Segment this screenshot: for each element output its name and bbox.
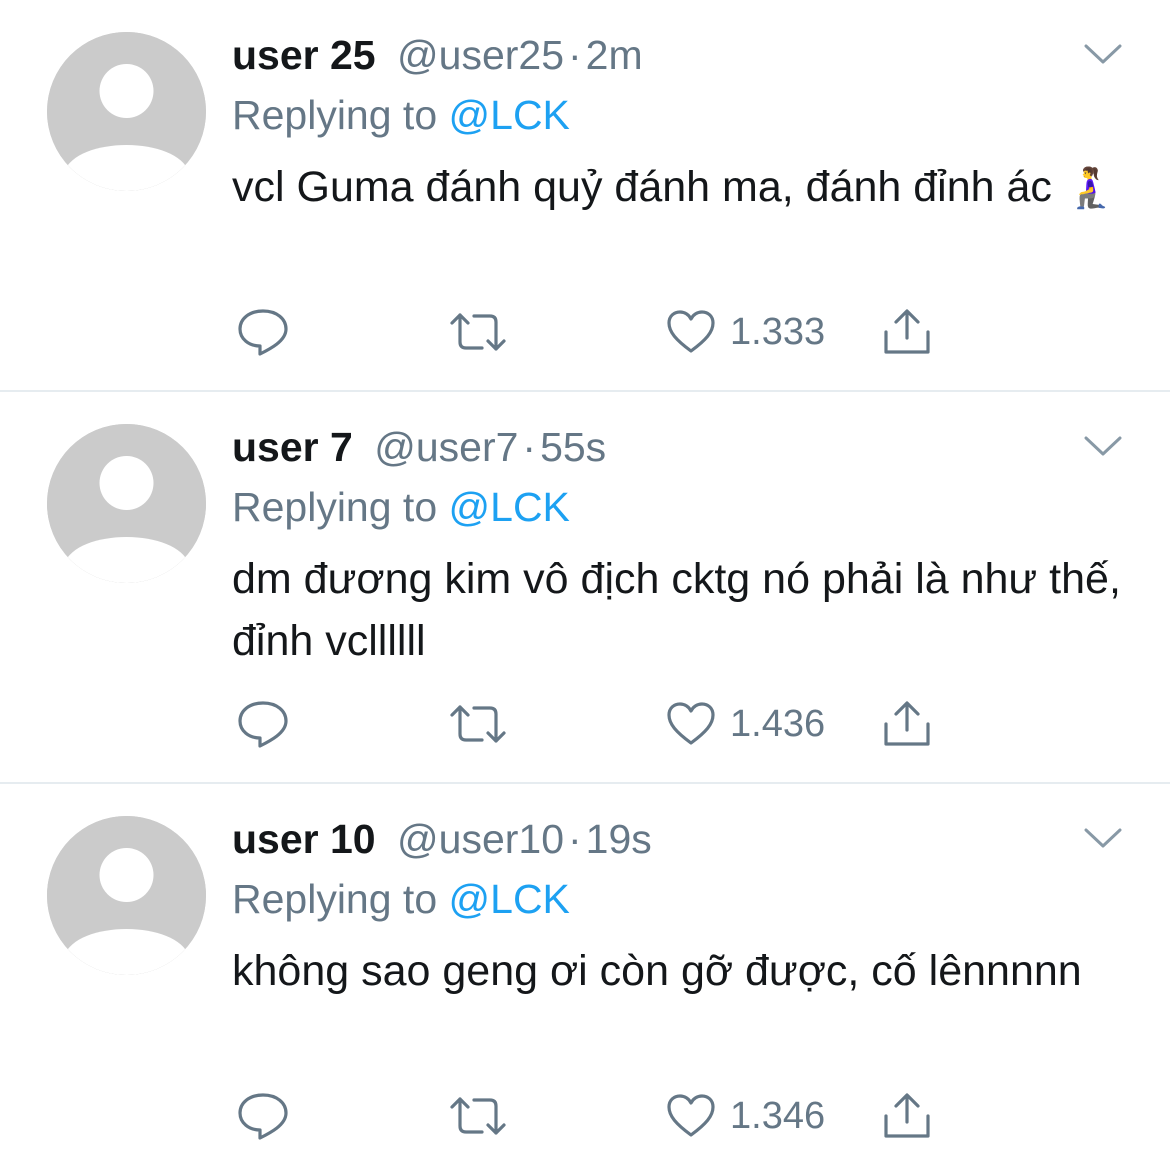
display-name[interactable]: user 10 bbox=[232, 816, 376, 862]
default-profile-icon bbox=[47, 32, 206, 191]
action-bar: 1.346 bbox=[232, 1086, 952, 1146]
kneeling-woman-emoji: 🧎‍♀️ bbox=[1065, 166, 1116, 210]
heart-outline-icon bbox=[667, 310, 715, 353]
chevron-down-icon[interactable] bbox=[1084, 44, 1122, 64]
reply-button[interactable] bbox=[236, 302, 290, 362]
tweet-text: không sao geng ơi còn gỡ được, cố lênnnn… bbox=[232, 940, 1132, 1002]
like-button[interactable]: 1.346 bbox=[666, 1086, 825, 1146]
share-upload-icon bbox=[884, 1093, 930, 1138]
replying-to: Replying to @LCK bbox=[232, 480, 570, 534]
avatar[interactable] bbox=[47, 424, 206, 583]
separator-dot: · bbox=[522, 424, 537, 470]
chevron-down-icon[interactable] bbox=[1084, 436, 1122, 456]
reply-button[interactable] bbox=[236, 1086, 290, 1146]
tweet-text-content: vcl Guma đánh quỷ đánh ma, đánh đỉnh ác bbox=[232, 163, 1052, 211]
like-button[interactable]: 1.436 bbox=[666, 694, 825, 754]
share-button[interactable] bbox=[882, 1086, 932, 1146]
default-profile-icon bbox=[47, 816, 206, 975]
like-count: 1.346 bbox=[730, 1094, 826, 1137]
avatar[interactable] bbox=[47, 32, 206, 191]
replying-to-label: Replying to bbox=[232, 484, 449, 530]
retweet-arrows-icon bbox=[450, 313, 506, 351]
speech-bubble-icon bbox=[238, 1093, 288, 1140]
separator-dot: · bbox=[568, 32, 582, 78]
mention-link[interactable]: @LCK bbox=[449, 92, 570, 138]
replying-to-label: Replying to bbox=[232, 876, 449, 922]
separator-dot: · bbox=[568, 816, 582, 862]
action-bar: 1.436 bbox=[232, 694, 952, 754]
chevron-down-icon[interactable] bbox=[1084, 828, 1122, 848]
retweet-arrows-icon bbox=[450, 1097, 506, 1135]
like-button[interactable]: 1.333 bbox=[666, 302, 825, 362]
avatar[interactable] bbox=[47, 816, 206, 975]
tweet-text-content: không sao geng ơi còn gỡ được, cố lênnnn… bbox=[232, 947, 1082, 995]
heart-outline-icon bbox=[667, 1094, 715, 1137]
tweet-text-content: dm đương kim vô địch cktg nó phải là như… bbox=[232, 555, 1121, 665]
tweet-header: user 25 @user25·2m bbox=[232, 28, 643, 82]
share-upload-icon bbox=[884, 309, 930, 354]
user-handle[interactable]: @user7 bbox=[374, 424, 518, 470]
heart-outline-icon bbox=[667, 702, 715, 745]
tweet-text: vcl Guma đánh quỷ đánh ma, đánh đỉnh ác 🧎… bbox=[232, 156, 1132, 219]
user-handle[interactable]: @user25 bbox=[397, 32, 564, 78]
timestamp[interactable]: 19s bbox=[586, 816, 652, 862]
user-handle[interactable]: @user10 bbox=[397, 816, 564, 862]
share-button[interactable] bbox=[882, 302, 932, 362]
action-bar: 1.333 bbox=[232, 302, 952, 362]
mention-link[interactable]: @LCK bbox=[449, 876, 570, 922]
share-upload-icon bbox=[884, 701, 930, 746]
timestamp[interactable]: 2m bbox=[586, 32, 643, 78]
reply-button[interactable] bbox=[236, 694, 290, 754]
timestamp[interactable]: 55s bbox=[540, 424, 606, 470]
speech-bubble-icon bbox=[238, 309, 288, 356]
tweet[interactable]: user 25 @user25·2m Replying to @LCK vcl … bbox=[0, 0, 1170, 392]
tweet-text: dm đương kim vô địch cktg nó phải là như… bbox=[232, 548, 1132, 672]
like-count: 1.333 bbox=[730, 310, 826, 353]
retweet-button[interactable] bbox=[448, 694, 508, 754]
tweet[interactable]: user 7 @user7·55s Replying to @LCK dm đư… bbox=[0, 392, 1170, 784]
reply-feed: user 25 @user25·2m Replying to @LCK vcl … bbox=[0, 0, 1170, 1157]
replying-to: Replying to @LCK bbox=[232, 872, 570, 926]
tweet-header: user 10 @user10·19s bbox=[232, 812, 652, 866]
mention-link[interactable]: @LCK bbox=[449, 484, 570, 530]
display-name[interactable]: user 7 bbox=[232, 424, 353, 470]
tweet[interactable]: user 10 @user10·19s Replying to @LCK khô… bbox=[0, 784, 1170, 1157]
speech-bubble-icon bbox=[238, 701, 288, 748]
tweet-header: user 7 @user7·55s bbox=[232, 420, 606, 474]
display-name[interactable]: user 25 bbox=[232, 32, 376, 78]
retweet-button[interactable] bbox=[448, 302, 508, 362]
default-profile-icon bbox=[47, 424, 206, 583]
replying-to: Replying to @LCK bbox=[232, 88, 570, 142]
retweet-button[interactable] bbox=[448, 1086, 508, 1146]
retweet-arrows-icon bbox=[450, 705, 506, 743]
like-count: 1.436 bbox=[730, 702, 826, 745]
share-button[interactable] bbox=[882, 694, 932, 754]
replying-to-label: Replying to bbox=[232, 92, 449, 138]
